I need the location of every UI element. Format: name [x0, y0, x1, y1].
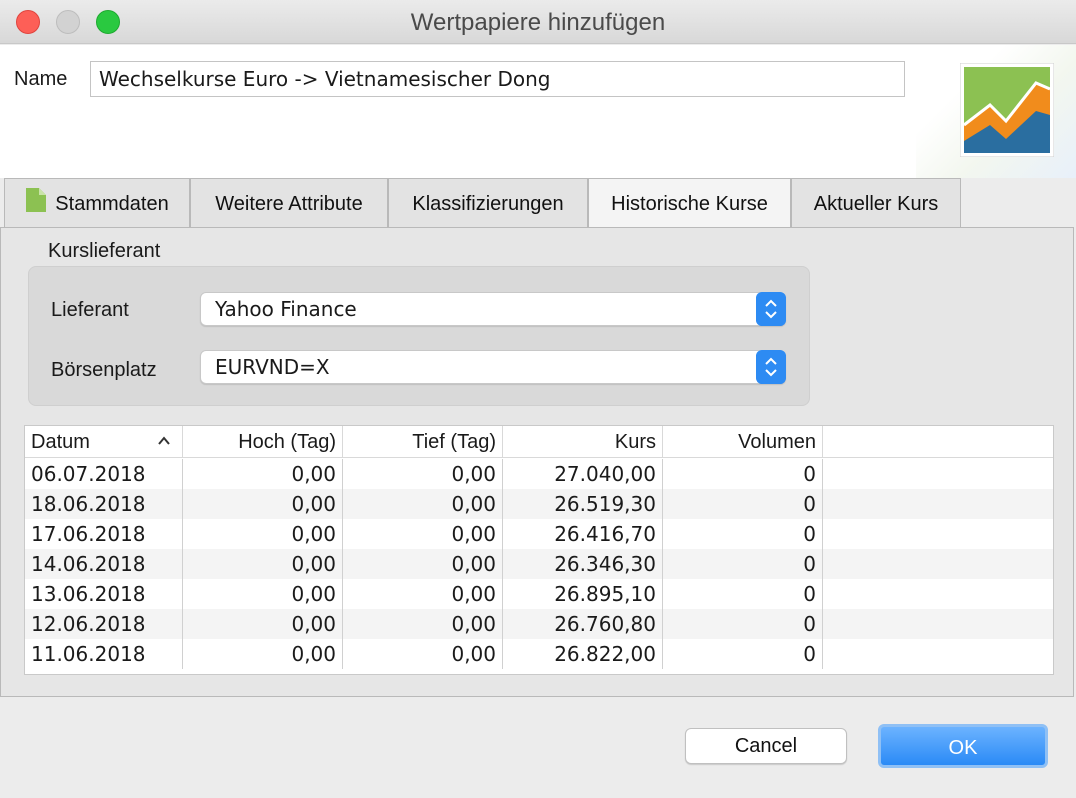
cell-hoch: 0,00	[183, 579, 343, 609]
table-row[interactable]: 13.06.2018 0,00 0,00 26.895,10 0	[25, 579, 1053, 609]
document-icon	[26, 188, 47, 212]
provider-group-title: Kurslieferant	[48, 240, 161, 262]
tab-historische-kurse[interactable]: Historische Kurse	[588, 178, 791, 229]
provider-select-value: Yahoo Finance	[215, 297, 357, 321]
tab-label: Weitere Attribute	[215, 193, 363, 215]
cell-datum: 14.06.2018	[25, 549, 183, 579]
cell-kurs: 26.760,80	[503, 609, 663, 639]
cell-kurs: 26.895,10	[503, 579, 663, 609]
cell-hoch: 0,00	[183, 639, 343, 669]
table-row[interactable]: 06.07.2018 0,00 0,00 27.040,00 0	[25, 459, 1053, 489]
cell-volumen: 0	[663, 549, 823, 579]
cell-tief: 0,00	[343, 549, 503, 579]
tab-label: Aktueller Kurs	[813, 193, 939, 215]
app-logo-icon	[960, 63, 1054, 157]
cell-tief: 0,00	[343, 489, 503, 519]
cell-datum: 13.06.2018	[25, 579, 183, 609]
cell-volumen: 0	[663, 459, 823, 489]
cell-datum: 06.07.2018	[25, 459, 183, 489]
cell-datum: 12.06.2018	[25, 609, 183, 639]
tab-klassifizierungen[interactable]: Klassifizierungen	[388, 178, 588, 228]
cell-volumen: 0	[663, 639, 823, 669]
cell-tief: 0,00	[343, 609, 503, 639]
cell-tief: 0,00	[343, 459, 503, 489]
table-row[interactable]: 14.06.2018 0,00 0,00 26.346,30 0	[25, 549, 1053, 579]
cell-kurs: 26.416,70	[503, 519, 663, 549]
cell-hoch: 0,00	[183, 609, 343, 639]
price-history-table[interactable]: Datum Hoch (Tag) Tief (Tag) Kurs Volumen…	[24, 425, 1054, 675]
cell-datum: 18.06.2018	[25, 489, 183, 519]
select-stepper-icon	[756, 350, 786, 384]
tab-label: Historische Kurse	[611, 193, 768, 215]
provider-select[interactable]: Yahoo Finance	[200, 292, 786, 326]
tab-bar: Stammdaten Weitere Attribute Klassifizie…	[0, 178, 1076, 229]
table-row[interactable]: 12.06.2018 0,00 0,00 26.760,80 0	[25, 609, 1053, 639]
column-header-datum[interactable]: Datum	[25, 426, 183, 458]
column-header-volumen[interactable]: Volumen	[663, 426, 823, 458]
exchange-label: Börsenplatz	[51, 359, 157, 381]
sort-ascending-icon	[158, 436, 170, 445]
exchange-select[interactable]: EURVND=X	[200, 350, 786, 384]
security-header: Name	[0, 45, 1076, 178]
cell-volumen: 0	[663, 609, 823, 639]
column-header-kurs[interactable]: Kurs	[503, 426, 663, 458]
select-stepper-icon	[756, 292, 786, 326]
cell-datum: 11.06.2018	[25, 639, 183, 669]
provider-label: Lieferant	[51, 299, 129, 321]
cell-hoch: 0,00	[183, 489, 343, 519]
cell-kurs: 26.346,30	[503, 549, 663, 579]
cell-datum: 17.06.2018	[25, 519, 183, 549]
table-row-clipped[interactable]	[25, 669, 1053, 674]
tab-aktueller-kurs[interactable]: Aktueller Kurs	[791, 178, 961, 228]
cell-tief: 0,00	[343, 519, 503, 549]
ok-button[interactable]: OK	[878, 724, 1048, 768]
title-bar: Wertpapiere hinzufügen	[0, 0, 1076, 44]
cell-volumen: 0	[663, 489, 823, 519]
tab-stammdaten[interactable]: Stammdaten	[4, 178, 190, 228]
table-header: Datum Hoch (Tag) Tief (Tag) Kurs Volumen	[25, 426, 1053, 458]
cell-kurs: 27.040,00	[503, 459, 663, 489]
exchange-select-value: EURVND=X	[215, 355, 330, 379]
table-row[interactable]: 17.06.2018 0,00 0,00 26.416,70 0	[25, 519, 1053, 549]
name-label: Name	[14, 68, 68, 90]
table-row[interactable]: 18.06.2018 0,00 0,00 26.519,30 0	[25, 489, 1053, 519]
cell-tief: 0,00	[343, 639, 503, 669]
tab-label: Stammdaten	[55, 193, 169, 215]
cell-hoch: 0,00	[183, 459, 343, 489]
cell-volumen: 0	[663, 519, 823, 549]
cell-kurs: 26.519,30	[503, 489, 663, 519]
cell-kurs: 26.822,00	[503, 639, 663, 669]
cell-hoch: 0,00	[183, 519, 343, 549]
cancel-button[interactable]: Cancel	[685, 728, 847, 764]
cell-volumen: 0	[663, 579, 823, 609]
cell-hoch: 0,00	[183, 549, 343, 579]
tab-weitere-attribute[interactable]: Weitere Attribute	[190, 178, 388, 228]
cell-tief: 0,00	[343, 579, 503, 609]
table-row[interactable]: 11.06.2018 0,00 0,00 26.822,00 0	[25, 639, 1053, 669]
column-header-hoch[interactable]: Hoch (Tag)	[183, 426, 343, 458]
name-input[interactable]	[90, 61, 905, 97]
window-title: Wertpapiere hinzufügen	[410, 9, 666, 36]
column-header-tief[interactable]: Tief (Tag)	[343, 426, 503, 458]
provider-group: Lieferant Yahoo Finance Börsenplatz EURV…	[28, 266, 810, 406]
tab-label: Klassifizierungen	[412, 193, 564, 215]
